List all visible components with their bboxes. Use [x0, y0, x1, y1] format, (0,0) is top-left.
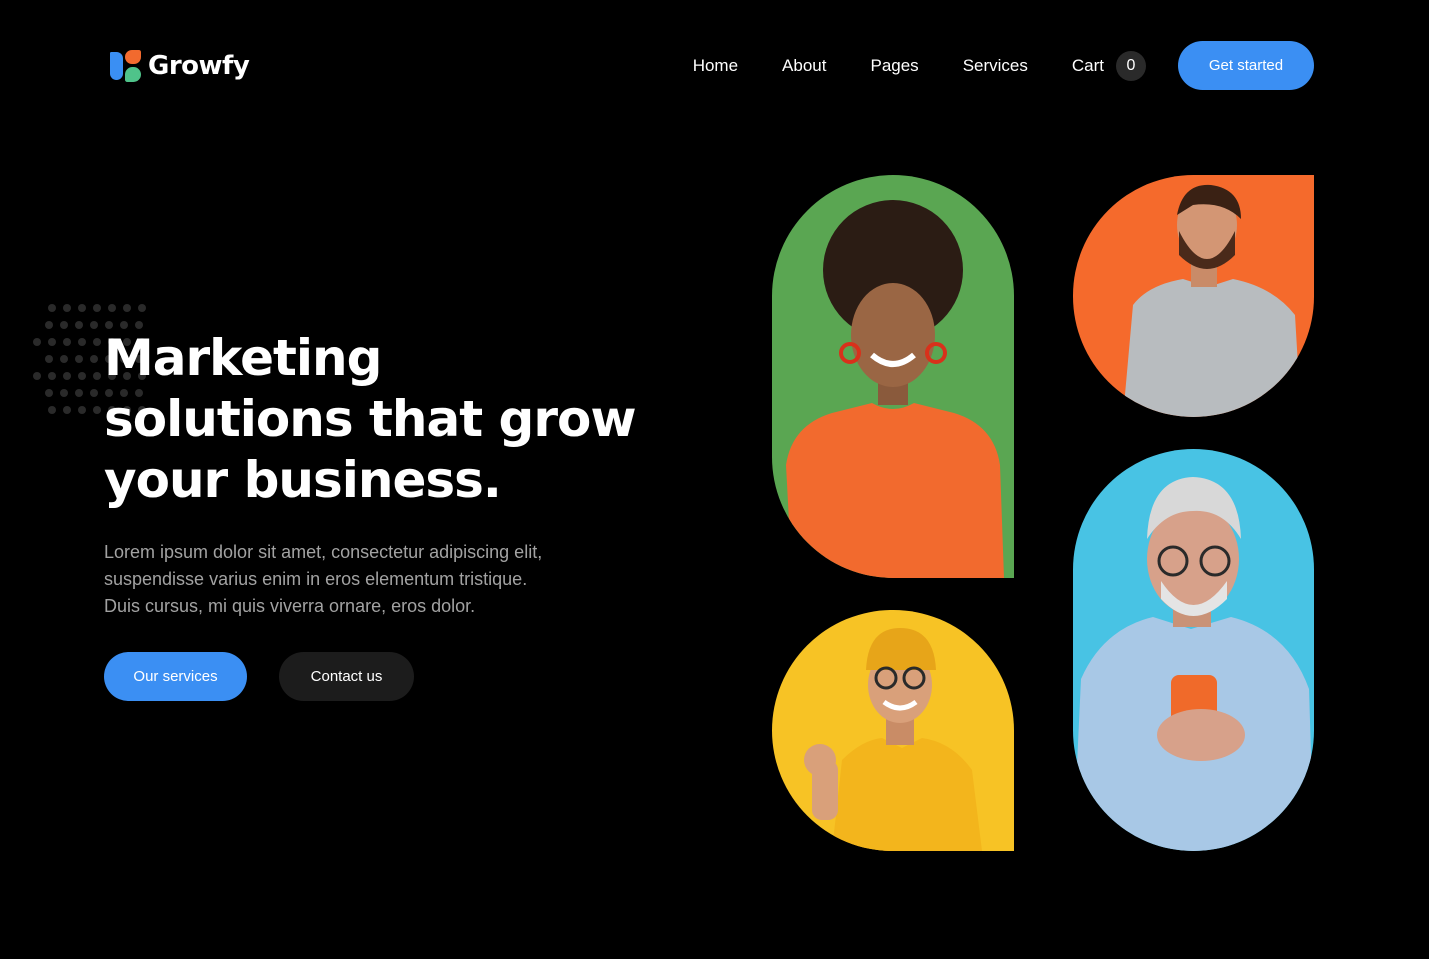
our-services-button[interactable]: Our services: [104, 652, 247, 701]
hero-title-line: solutions that grow: [104, 390, 637, 448]
woman-green-background-photo: [772, 175, 1014, 578]
get-started-button[interactable]: Get started: [1178, 41, 1314, 90]
hero-description: Lorem ipsum dolor sit amet, consectetur …: [104, 539, 614, 620]
landing-page: Growfy Home About Pages Services Cart 0 …: [0, 0, 1429, 959]
nav-link-services[interactable]: Services: [963, 56, 1028, 76]
contact-us-button[interactable]: Contact us: [279, 652, 414, 701]
cart-count-badge: 0: [1116, 50, 1146, 81]
hero-title-line: Marketing: [104, 329, 382, 387]
main-nav: Home About Pages Services Cart 0 Get sta…: [693, 41, 1314, 90]
hero-title-line: your business.: [104, 451, 502, 509]
cart-link[interactable]: Cart 0: [1071, 50, 1146, 81]
hero-title: Marketing solutions that grow your busin…: [104, 328, 664, 511]
bearded-man-orange-background-photo: [1073, 175, 1314, 417]
logo-icon: [110, 49, 142, 83]
nav-link-home[interactable]: Home: [693, 56, 738, 76]
hero-description-line: Duis cursus, mi quis viverra ornare, ero…: [104, 596, 476, 616]
brand-logo[interactable]: Growfy: [110, 48, 250, 84]
older-man-blue-background-photo: [1073, 449, 1314, 851]
brand-name: Growfy: [148, 51, 250, 81]
hero-description-line: suspendisse varius enim in eros elementu…: [104, 569, 528, 589]
nav-link-pages[interactable]: Pages: [870, 56, 918, 76]
man-yellow-background-photo: [772, 610, 1014, 851]
nav-link-about[interactable]: About: [782, 56, 826, 76]
cart-label: Cart: [1071, 55, 1104, 75]
hero-description-line: Lorem ipsum dolor sit amet, consectetur …: [104, 542, 543, 562]
